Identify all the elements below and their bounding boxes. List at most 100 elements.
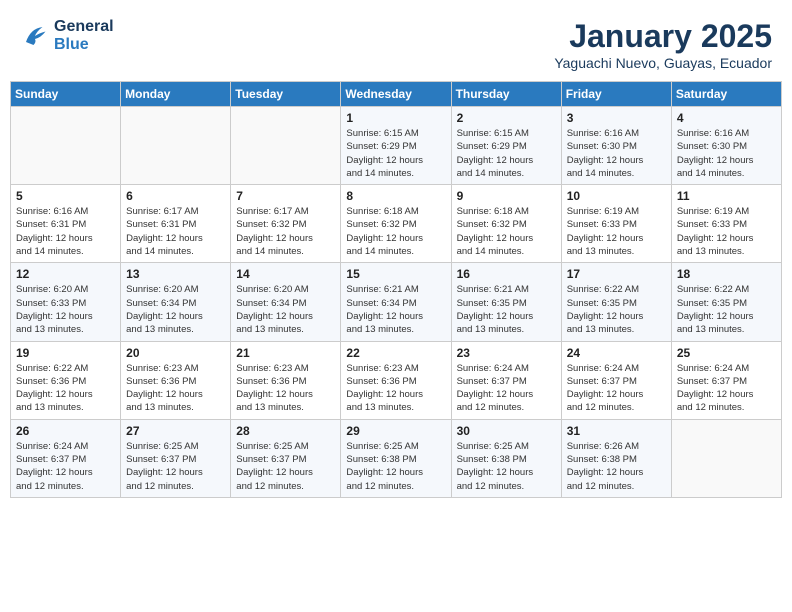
calendar-cell: 5 Sunrise: 6:16 AMSunset: 6:31 PMDaylight…	[11, 185, 121, 263]
calendar-cell	[11, 107, 121, 185]
day-info: Sunrise: 6:22 AMSunset: 6:36 PMDaylight:…	[16, 362, 115, 415]
calendar-cell: 2Sunrise: 6:15 AMSunset: 6:29 PMDaylight…	[451, 107, 561, 185]
calendar-cell: 14Sunrise: 6:20 AMSunset: 6:34 PMDayligh…	[231, 263, 341, 341]
logo: General Blue	[20, 18, 114, 54]
day-info: Sunrise: 6:21 AMSunset: 6:35 PMDaylight:…	[457, 283, 556, 336]
calendar-cell: 26 Sunrise: 6:24 AMSunset: 6:37 PMDayligh…	[11, 419, 121, 497]
day-info: Sunrise: 6:20 AMSunset: 6:34 PMDaylight:…	[126, 283, 225, 336]
weekday-header-thursday: Thursday	[451, 82, 561, 107]
day-info: Sunrise: 6:21 AMSunset: 6:34 PMDaylight:…	[346, 283, 445, 336]
day-number: 11	[677, 189, 776, 203]
day-number: 19	[16, 346, 115, 360]
day-number: 27	[126, 424, 225, 438]
day-info: Sunrise: 6:17 AMSunset: 6:32 PMDaylight:…	[236, 205, 335, 258]
calendar-week-5: 26 Sunrise: 6:24 AMSunset: 6:37 PMDayligh…	[11, 419, 782, 497]
day-number: 30	[457, 424, 556, 438]
day-number: 24	[567, 346, 666, 360]
calendar-cell: 11 Sunrise: 6:19 AMSunset: 6:33 PMDayligh…	[671, 185, 781, 263]
day-info: Sunrise: 6:24 AMSunset: 6:37 PMDaylight:…	[16, 440, 115, 493]
day-number: 18	[677, 267, 776, 281]
calendar-cell: 8Sunrise: 6:18 AMSunset: 6:32 PMDaylight…	[341, 185, 451, 263]
day-number: 10	[567, 189, 666, 203]
day-info: Sunrise: 6:19 AMSunset: 6:33 PMDaylight:…	[677, 205, 776, 258]
calendar-cell: 23 Sunrise: 6:24 AMSunset: 6:37 PMDayligh…	[451, 341, 561, 419]
calendar-cell: 3 Sunrise: 6:16 AMSunset: 6:30 PMDaylight…	[561, 107, 671, 185]
day-info: Sunrise: 6:25 AMSunset: 6:37 PMDaylight:…	[236, 440, 335, 493]
weekday-header-wednesday: Wednesday	[341, 82, 451, 107]
logo-text-general: General	[54, 18, 114, 36]
weekday-header-saturday: Saturday	[671, 82, 781, 107]
day-info: Sunrise: 6:18 AMSunset: 6:32 PMDaylight:…	[346, 205, 445, 258]
day-info: Sunrise: 6:16 AMSunset: 6:30 PMDaylight:…	[567, 127, 666, 180]
calendar-cell: 19 Sunrise: 6:22 AMSunset: 6:36 PMDayligh…	[11, 341, 121, 419]
day-info: Sunrise: 6:19 AMSunset: 6:33 PMDaylight:…	[567, 205, 666, 258]
calendar-cell: 30Sunrise: 6:25 AMSunset: 6:38 PMDayligh…	[451, 419, 561, 497]
logo-text-blue: Blue	[54, 36, 114, 54]
day-number: 26	[16, 424, 115, 438]
day-number: 12	[16, 267, 115, 281]
day-number: 31	[567, 424, 666, 438]
day-info: Sunrise: 6:16 AMSunset: 6:30 PMDaylight:…	[677, 127, 776, 180]
calendar-cell: 12Sunrise: 6:20 AMSunset: 6:33 PMDayligh…	[11, 263, 121, 341]
day-number: 3	[567, 111, 666, 125]
calendar-week-4: 19 Sunrise: 6:22 AMSunset: 6:36 PMDayligh…	[11, 341, 782, 419]
page-header: General Blue January 2025 Yaguachi Nuevo…	[10, 10, 782, 75]
weekday-header-monday: Monday	[121, 82, 231, 107]
day-info: Sunrise: 6:22 AMSunset: 6:35 PMDaylight:…	[567, 283, 666, 336]
day-number: 20	[126, 346, 225, 360]
day-info: Sunrise: 6:24 AMSunset: 6:37 PMDaylight:…	[457, 362, 556, 415]
calendar-cell: 25Sunrise: 6:24 AMSunset: 6:37 PMDayligh…	[671, 341, 781, 419]
title-area: January 2025 Yaguachi Nuevo, Guayas, Ecu…	[554, 18, 772, 71]
calendar-cell: 20Sunrise: 6:23 AMSunset: 6:36 PMDayligh…	[121, 341, 231, 419]
calendar-week-2: 5 Sunrise: 6:16 AMSunset: 6:31 PMDaylight…	[11, 185, 782, 263]
calendar-table: SundayMondayTuesdayWednesdayThursdayFrid…	[10, 81, 782, 498]
day-info: Sunrise: 6:23 AMSunset: 6:36 PMDaylight:…	[346, 362, 445, 415]
day-info: Sunrise: 6:26 AMSunset: 6:38 PMDaylight:…	[567, 440, 666, 493]
calendar-cell	[121, 107, 231, 185]
day-number: 14	[236, 267, 335, 281]
day-info: Sunrise: 6:16 AMSunset: 6:31 PMDaylight:…	[16, 205, 115, 258]
day-number: 13	[126, 267, 225, 281]
day-number: 21	[236, 346, 335, 360]
logo-icon	[20, 21, 50, 51]
calendar-week-3: 12Sunrise: 6:20 AMSunset: 6:33 PMDayligh…	[11, 263, 782, 341]
day-number: 23	[457, 346, 556, 360]
location-subtitle: Yaguachi Nuevo, Guayas, Ecuador	[554, 55, 772, 71]
day-number: 28	[236, 424, 335, 438]
day-info: Sunrise: 6:25 AMSunset: 6:38 PMDaylight:…	[346, 440, 445, 493]
calendar-cell: 16 Sunrise: 6:21 AMSunset: 6:35 PMDayligh…	[451, 263, 561, 341]
calendar-week-1: 1 Sunrise: 6:15 AMSunset: 6:29 PMDaylight…	[11, 107, 782, 185]
day-number: 5	[16, 189, 115, 203]
calendar-cell: 1 Sunrise: 6:15 AMSunset: 6:29 PMDaylight…	[341, 107, 451, 185]
calendar-cell: 9Sunrise: 6:18 AMSunset: 6:32 PMDaylight…	[451, 185, 561, 263]
day-number: 6	[126, 189, 225, 203]
calendar-cell: 28 Sunrise: 6:25 AMSunset: 6:37 PMDayligh…	[231, 419, 341, 497]
day-number: 1	[346, 111, 445, 125]
calendar-cell	[671, 419, 781, 497]
day-info: Sunrise: 6:24 AMSunset: 6:37 PMDaylight:…	[677, 362, 776, 415]
calendar-cell: 31 Sunrise: 6:26 AMSunset: 6:38 PMDayligh…	[561, 419, 671, 497]
calendar-cell: 18Sunrise: 6:22 AMSunset: 6:35 PMDayligh…	[671, 263, 781, 341]
weekday-row: SundayMondayTuesdayWednesdayThursdayFrid…	[11, 82, 782, 107]
calendar-cell: 7 Sunrise: 6:17 AMSunset: 6:32 PMDaylight…	[231, 185, 341, 263]
calendar-cell: 4 Sunrise: 6:16 AMSunset: 6:30 PMDaylight…	[671, 107, 781, 185]
calendar-cell: 21 Sunrise: 6:23 AMSunset: 6:36 PMDayligh…	[231, 341, 341, 419]
day-number: 22	[346, 346, 445, 360]
calendar-cell: 27 Sunrise: 6:25 AMSunset: 6:37 PMDayligh…	[121, 419, 231, 497]
day-number: 4	[677, 111, 776, 125]
day-info: Sunrise: 6:23 AMSunset: 6:36 PMDaylight:…	[236, 362, 335, 415]
month-title: January 2025	[554, 18, 772, 55]
day-info: Sunrise: 6:15 AMSunset: 6:29 PMDaylight:…	[346, 127, 445, 180]
calendar-body: 1 Sunrise: 6:15 AMSunset: 6:29 PMDaylight…	[11, 107, 782, 498]
day-info: Sunrise: 6:25 AMSunset: 6:37 PMDaylight:…	[126, 440, 225, 493]
day-info: Sunrise: 6:17 AMSunset: 6:31 PMDaylight:…	[126, 205, 225, 258]
day-number: 16	[457, 267, 556, 281]
weekday-header-tuesday: Tuesday	[231, 82, 341, 107]
calendar-cell: 17Sunrise: 6:22 AMSunset: 6:35 PMDayligh…	[561, 263, 671, 341]
calendar-cell: 29 Sunrise: 6:25 AMSunset: 6:38 PMDayligh…	[341, 419, 451, 497]
calendar-cell: 6 Sunrise: 6:17 AMSunset: 6:31 PMDaylight…	[121, 185, 231, 263]
calendar-header: SundayMondayTuesdayWednesdayThursdayFrid…	[11, 82, 782, 107]
day-number: 7	[236, 189, 335, 203]
calendar-cell: 13 Sunrise: 6:20 AMSunset: 6:34 PMDayligh…	[121, 263, 231, 341]
day-number: 29	[346, 424, 445, 438]
